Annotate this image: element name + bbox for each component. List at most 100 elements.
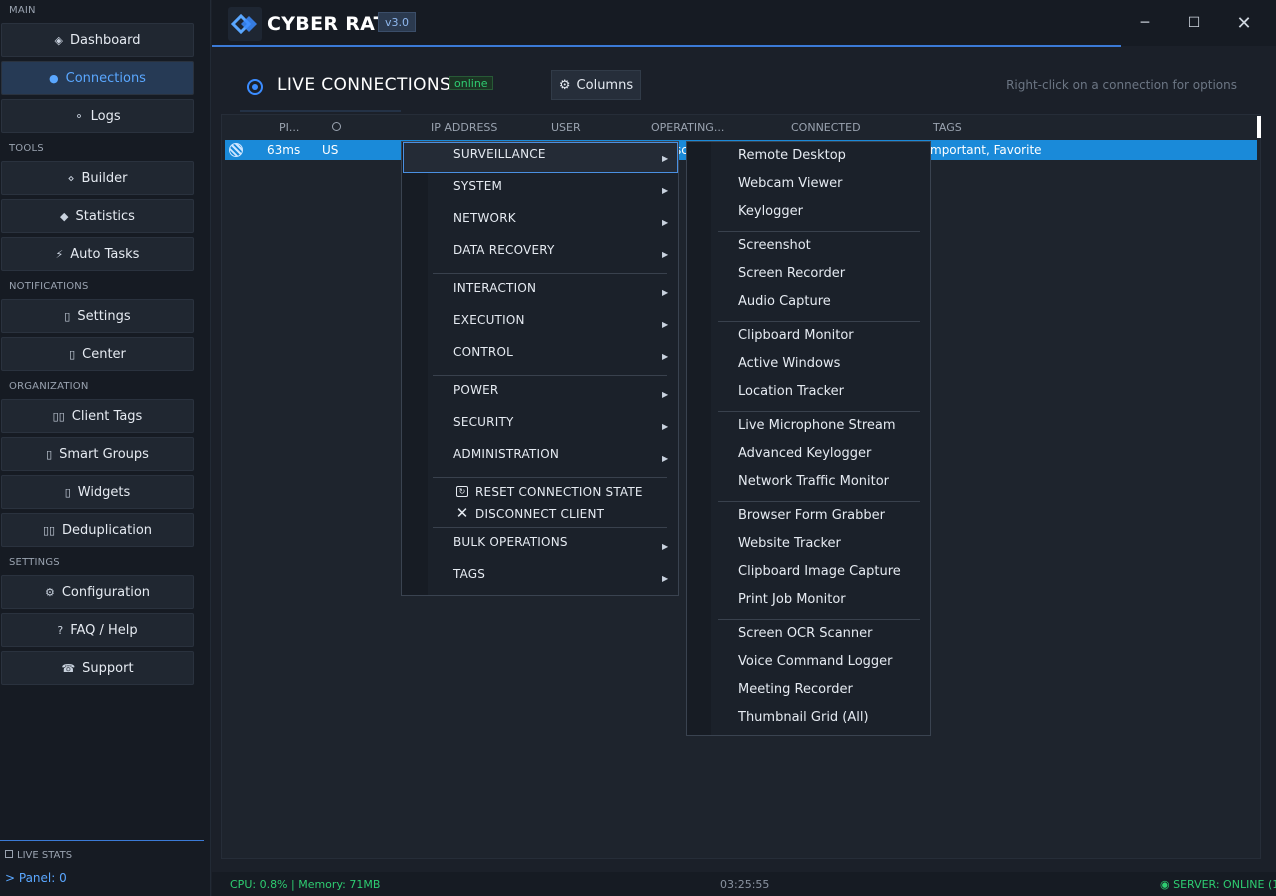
sidebar-item-logs[interactable]: ⚬ Logs: [1, 99, 194, 133]
server-status: ◉ SERVER: ONLINE (1: [1160, 878, 1276, 891]
column-header-country[interactable]: [332, 121, 341, 134]
submenu-item-advanced-keylogger[interactable]: Advanced Keylogger: [738, 446, 871, 461]
minimize-button[interactable]: ─: [1121, 0, 1169, 46]
app-window: MAIN ◈ Dashboard ● Connections ⚬ Logs TO…: [0, 0, 1276, 896]
question-icon: ?: [57, 623, 64, 637]
sidebar-item-dashboard[interactable]: ◈ Dashboard: [1, 23, 194, 57]
column-header-ip[interactable]: IP ADDRESS: [431, 121, 497, 134]
menu-item-disconnect[interactable]: DISCONNECT CLIENT: [475, 507, 604, 521]
cell-tags: mportant, Favorite: [930, 143, 1042, 157]
sidebar-item-label: Auto Tasks: [70, 246, 140, 262]
reset-icon: ↻: [455, 484, 469, 498]
sidebar-item-faq[interactable]: ? FAQ / Help: [1, 613, 194, 647]
sidebar-item-label: Dashboard: [69, 32, 141, 48]
column-header-ping[interactable]: PI...: [279, 121, 299, 134]
menu-item-tags[interactable]: TAGS: [453, 567, 485, 581]
sidebar-item-connections[interactable]: ● Connections: [1, 61, 194, 95]
resource-usage: CPU: 0.8% | Memory: 71MB: [230, 878, 381, 891]
menu-item-administration[interactable]: ADMINISTRATION: [453, 447, 559, 461]
submenu-item-website-tracker[interactable]: Website Tracker: [738, 536, 841, 551]
submenu-item-active-windows[interactable]: Active Windows: [738, 356, 840, 371]
column-header-user[interactable]: USER: [551, 121, 581, 134]
sidebar-item-label: Connections: [65, 70, 146, 86]
section-label-tools: TOOLS: [9, 143, 44, 154]
close-button[interactable]: ✕: [1220, 0, 1268, 46]
section-label-main: MAIN: [9, 5, 36, 16]
chevron-right-icon: ▶: [662, 422, 669, 431]
sidebar-item-label: Settings: [77, 308, 131, 324]
sidebar-item-widgets[interactable]: ▯ Widgets: [1, 475, 194, 509]
chevron-right-icon: ▶: [662, 186, 669, 195]
submenu-item-clipboard-monitor[interactable]: Clipboard Monitor: [738, 328, 854, 343]
submenu-item-print-job[interactable]: Print Job Monitor: [738, 592, 846, 607]
gear-icon: ⚙: [558, 77, 571, 93]
menu-item-network[interactable]: NETWORK: [453, 211, 516, 225]
menu-item-interaction[interactable]: INTERACTION: [453, 281, 536, 295]
chevron-right-icon: ▶: [662, 454, 669, 463]
submenu-item-thumbnail-grid[interactable]: Thumbnail Grid (All): [738, 710, 869, 725]
sidebar-item-client-tags[interactable]: ▯▯ Client Tags: [1, 399, 194, 433]
sidebar-item-label: Widgets: [77, 484, 131, 500]
menu-separator: [433, 375, 667, 376]
menu-item-reset-connection[interactable]: RESET CONNECTION STATE: [475, 485, 643, 499]
box-icon: ▯: [64, 309, 71, 323]
menu-separator: [433, 477, 667, 478]
chevron-right-icon: ▶: [662, 390, 669, 399]
chevron-right-icon: ▶: [662, 288, 669, 297]
sidebar-item-configuration[interactable]: ⚙ Configuration: [1, 575, 194, 609]
sidebar-item-auto-tasks[interactable]: ⚡ Auto Tasks: [1, 237, 194, 271]
sidebar-item-support[interactable]: ☎ Support: [1, 651, 194, 685]
maximize-button[interactable]: ☐: [1170, 0, 1218, 46]
sidebar-item-label: Support: [82, 660, 134, 676]
submenu-item-webcam-viewer[interactable]: Webcam Viewer: [738, 176, 842, 191]
sidebar-item-label: Smart Groups: [59, 446, 149, 462]
submenu-item-voice-command[interactable]: Voice Command Logger: [738, 654, 893, 669]
submenu-item-ocr-scanner[interactable]: Screen OCR Scanner: [738, 626, 873, 641]
submenu-item-live-microphone[interactable]: Live Microphone Stream: [738, 418, 896, 433]
menu-separator: [718, 321, 920, 322]
sidebar-item-center[interactable]: ▯ Center: [1, 337, 194, 371]
live-indicator-icon: [247, 79, 263, 95]
submenu-item-keylogger[interactable]: Keylogger: [738, 204, 803, 219]
scrollbar[interactable]: [1257, 116, 1261, 138]
column-header-os[interactable]: OPERATING...: [651, 121, 724, 134]
gear-icon: ⚙: [44, 585, 55, 599]
submenu-item-form-grabber[interactable]: Browser Form Grabber: [738, 508, 885, 523]
column-header-tags[interactable]: TAGS: [933, 121, 962, 134]
sidebar-item-statistics[interactable]: ◆ Statistics: [1, 199, 194, 233]
menu-item-system[interactable]: SYSTEM: [453, 179, 502, 193]
menu-separator: [718, 231, 920, 232]
chevron-right-icon: ▶: [662, 320, 669, 329]
submenu-item-audio-capture[interactable]: Audio Capture: [738, 294, 831, 309]
sidebar-item-deduplication[interactable]: ▯▯ Deduplication: [1, 513, 194, 547]
chevron-right-icon: ▶: [662, 542, 669, 551]
cell-country: US: [322, 143, 339, 157]
column-header-connected[interactable]: CONNECTED: [791, 121, 861, 134]
sidebar-item-builder[interactable]: ⋄ Builder: [1, 161, 194, 195]
close-icon: ✕: [1236, 12, 1252, 34]
menu-item-power[interactable]: POWER: [453, 383, 498, 397]
logo-icon: [228, 7, 262, 41]
menu-item-data-recovery[interactable]: DATA RECOVERY: [453, 243, 555, 257]
menu-item-surveillance[interactable]: SURVEILLANCE: [453, 147, 546, 161]
submenu-item-network-traffic[interactable]: Network Traffic Monitor: [738, 474, 889, 489]
sidebar-item-smart-groups[interactable]: ▯ Smart Groups: [1, 437, 194, 471]
submenu-item-clipboard-image[interactable]: Clipboard Image Capture: [738, 564, 901, 579]
submenu-item-screen-recorder[interactable]: Screen Recorder: [738, 266, 845, 281]
lightning-icon: ⚡: [55, 247, 64, 261]
menu-item-execution[interactable]: EXECUTION: [453, 313, 525, 327]
submenu-item-location-tracker[interactable]: Location Tracker: [738, 384, 844, 399]
columns-button[interactable]: ⚙ Columns: [551, 70, 641, 100]
diamond-outline-icon: ⋄: [67, 171, 75, 185]
circle-icon: ⚬: [74, 109, 84, 123]
menu-item-control[interactable]: CONTROL: [453, 345, 513, 359]
menu-item-security[interactable]: SECURITY: [453, 415, 514, 429]
menu-item-bulk-operations[interactable]: BULK OPERATIONS: [453, 535, 568, 549]
duplicate-icon: ▯▯: [42, 523, 56, 537]
submenu-item-screenshot[interactable]: Screenshot: [738, 238, 811, 253]
sidebar-item-label: Builder: [81, 170, 128, 186]
sidebar-item-settings[interactable]: ▯ Settings: [1, 299, 194, 333]
title-underline: [240, 110, 401, 112]
submenu-item-meeting-recorder[interactable]: Meeting Recorder: [738, 682, 853, 697]
submenu-item-remote-desktop[interactable]: Remote Desktop: [738, 148, 846, 163]
